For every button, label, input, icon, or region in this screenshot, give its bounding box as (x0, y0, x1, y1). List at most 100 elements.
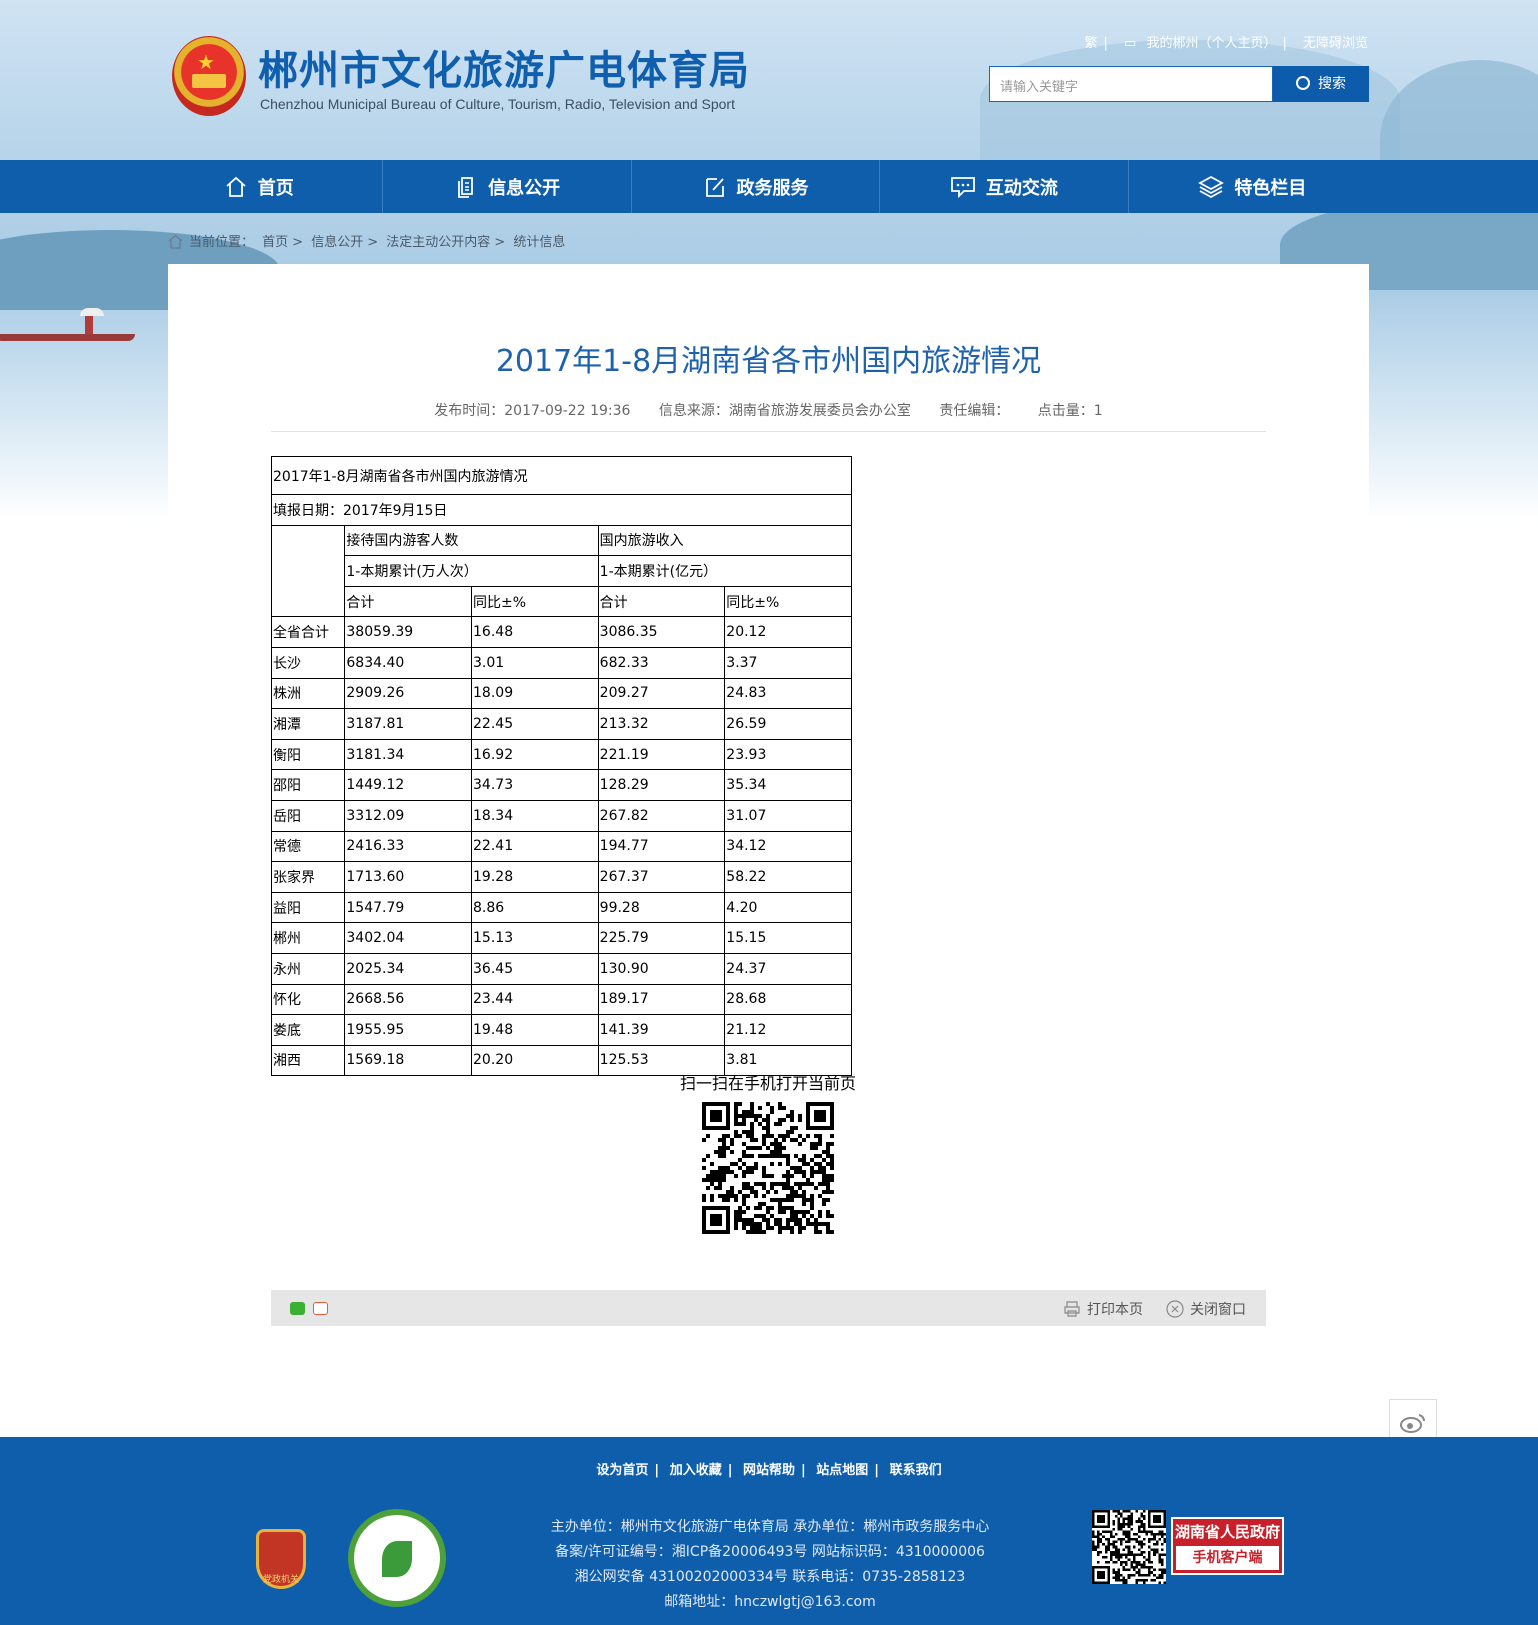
value-cell: 23.93 (724, 738, 852, 771)
region-cell: 长沙 (270, 646, 346, 679)
value-cell: 36.45 (471, 952, 599, 985)
footer-link[interactable]: 设为首页 (596, 1463, 648, 1478)
nav-info-public[interactable]: 信息公开 (382, 160, 630, 213)
region-cell: 永州 (270, 952, 346, 985)
home-icon (168, 234, 183, 249)
breadcrumb-item[interactable]: 法定主动公开内容 (386, 235, 490, 250)
value-cell: 6834.40 (344, 646, 473, 679)
footer-qr-code-icon (1092, 1510, 1166, 1584)
search-button[interactable]: 搜索 (1273, 66, 1369, 102)
table-row: 湘潭 3187.81 22.45 213.32 26.59 (270, 708, 852, 740)
monitor-icon: ▭ (1124, 36, 1137, 51)
footer-link[interactable]: 加入收藏 (670, 1463, 722, 1478)
value-cell: 209.27 (597, 677, 726, 710)
value-cell: 213.32 (597, 708, 726, 740)
region-cell: 张家界 (270, 861, 346, 893)
close-window-button[interactable]: 关闭窗口 (1166, 1299, 1246, 1319)
civilization-badge-icon[interactable] (348, 1509, 446, 1607)
value-cell: 3.01 (471, 646, 599, 679)
publish-time: 发布时间：2017-09-22 19:36 (434, 403, 631, 419)
footer-police[interactable]: 湘公网安备 43100202000334号 联系电话：0735-2858123 (500, 1565, 1040, 1590)
home-icon (226, 176, 246, 197)
breadcrumb-item[interactable]: 信息公开 (311, 235, 363, 250)
breadcrumb: 当前位置： 首页 > 信息公开 > 法定主动公开内容 > 统计信息 (168, 231, 569, 250)
footer-link[interactable]: 站点地图 (816, 1463, 868, 1478)
my-city-link[interactable]: 我的郴州（个人主页） (1146, 36, 1276, 51)
value-cell: 128.29 (597, 769, 726, 801)
col-total: 合计 (597, 585, 726, 618)
footer-link[interactable]: 网站帮助 (743, 1463, 795, 1478)
region-cell: 怀化 (270, 983, 346, 1016)
scan-hint: 扫一扫在手机打开当前页 (680, 1074, 857, 1093)
article-meta: 发布时间：2017-09-22 19:36 信息来源：湖南省旅游发展委员会办公室… (168, 400, 1369, 420)
table-row: 益阳 1547.79 8.86 99.28 4.20 (270, 891, 852, 924)
value-cell: 2909.26 (344, 677, 473, 710)
value-cell: 8.86 (471, 891, 599, 924)
value-cell: 194.77 (597, 830, 726, 863)
breadcrumb-item[interactable]: 统计信息 (513, 235, 565, 250)
table-row: 常德 2416.33 22.41 194.77 34.12 (270, 830, 852, 863)
hunan-app-badge[interactable]: 湖南省人民政府 手机客户端 (1171, 1517, 1284, 1575)
table-row: 全省合计 38059.39 16.48 3086.35 20.12 (270, 616, 852, 648)
value-cell: 1713.60 (344, 861, 473, 893)
printer-icon (1064, 1301, 1080, 1317)
chevron-right-icon: > (494, 235, 506, 250)
value-cell: 2668.56 (344, 983, 473, 1016)
nav-home-label: 首页 (257, 177, 294, 199)
value-cell: 35.34 (724, 769, 852, 801)
national-emblem-icon: ★ (172, 36, 246, 116)
value-cell: 1955.95 (344, 1014, 473, 1046)
value-cell: 3086.35 (597, 616, 726, 648)
chevron-right-icon: > (292, 235, 304, 250)
wechat-icon[interactable] (290, 1302, 305, 1315)
badge-label: 党政机关 (262, 1575, 299, 1585)
table-corner (270, 524, 346, 618)
value-cell: 99.28 (597, 891, 726, 924)
region-cell: 株洲 (270, 677, 346, 710)
value-cell: 3187.81 (344, 708, 473, 740)
chat-icon (951, 176, 975, 198)
nav-interaction[interactable]: 互动交流 (879, 160, 1127, 213)
boat-shape (0, 334, 135, 341)
edit-icon (705, 177, 724, 197)
region-cell: 衡阳 (270, 738, 346, 771)
info-source: 信息来源：湖南省旅游发展委员会办公室 (658, 403, 911, 419)
footer-icp[interactable]: 备案/许可证编号：湘ICP备20006493号 网站标识码：4310000006 (500, 1540, 1040, 1565)
subheader-visitors: 1-本期累计(万人次） (344, 555, 599, 587)
nav-gov-services[interactable]: 政务服务 (630, 160, 879, 213)
table-row: 株洲 2909.26 18.09 209.27 24.83 (270, 677, 852, 710)
main-nav: 首页 信息公开 政务服务 互动交流 特色栏目 (0, 160, 1538, 213)
accessibility-link[interactable]: 无障碍浏览 (1303, 36, 1368, 51)
layers-icon (1198, 175, 1225, 198)
nav-special-label: 特色栏目 (1234, 177, 1307, 199)
value-cell: 19.48 (471, 1014, 599, 1046)
search-input[interactable]: 请输入关键字 (989, 66, 1273, 102)
hit-count: 点击量：1 (1037, 403, 1103, 419)
value-cell: 34.12 (724, 830, 852, 863)
value-cell: 2025.34 (344, 952, 473, 985)
party-gov-badge-icon[interactable]: 党政机关 (256, 1529, 306, 1589)
nav-home[interactable]: 首页 (135, 160, 382, 213)
site-title[interactable]: 郴州市文化旅游广电体育局 (258, 38, 750, 96)
value-cell: 34.73 (471, 769, 599, 801)
nav-gov-services-label: 政务服务 (736, 177, 809, 199)
table-title: 2017年1-8月湖南省各市州国内旅游情况 (271, 456, 852, 495)
weibo-icon[interactable] (313, 1302, 328, 1315)
value-cell: 3402.04 (344, 922, 473, 954)
breadcrumb-item[interactable]: 首页 (262, 235, 288, 250)
nav-special[interactable]: 特色栏目 (1127, 160, 1376, 213)
footer-link[interactable]: 联系我们 (890, 1463, 942, 1478)
region-cell: 湘潭 (270, 708, 346, 740)
table-row: 永州 2025.34 36.45 130.90 24.37 (270, 952, 852, 985)
value-cell: 1569.18 (344, 1044, 473, 1077)
value-cell: 20.20 (471, 1044, 599, 1077)
print-button[interactable]: 打印本页 (1063, 1299, 1143, 1319)
traditional-chinese-link[interactable]: 繁 (1084, 36, 1097, 51)
footer-info: 主办单位：郴州市文化旅游广电体育局 承办单位：郴州市政务服务中心 备案/许可证编… (500, 1515, 1040, 1615)
value-cell: 21.12 (724, 1014, 852, 1046)
document-icon (458, 176, 474, 198)
value-cell: 267.37 (597, 861, 726, 893)
region-cell: 邵阳 (270, 769, 346, 801)
site-subtitle: Chenzhou Municipal Bureau of Culture, To… (260, 96, 735, 112)
region-cell: 娄底 (270, 1014, 346, 1046)
